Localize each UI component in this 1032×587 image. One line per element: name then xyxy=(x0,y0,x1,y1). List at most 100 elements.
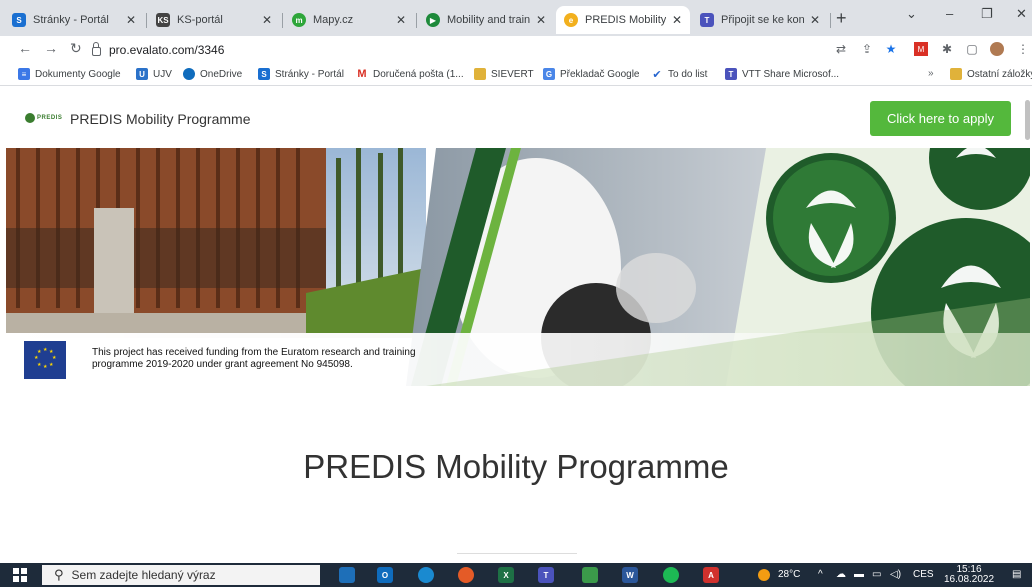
word-icon[interactable]: W xyxy=(622,567,638,583)
apply-button[interactable]: Click here to apply xyxy=(870,101,1011,136)
tab-label: Připojit se ke konve xyxy=(721,14,804,26)
svg-text:★: ★ xyxy=(49,362,54,368)
bookmark-item[interactable]: OneDrive xyxy=(183,68,242,80)
tab-divider xyxy=(146,13,147,28)
ks-portal-icon: KS xyxy=(156,13,170,27)
logo-text: PREDIS xyxy=(37,115,63,121)
bookmark-item[interactable]: ≡ Dokumenty Google xyxy=(18,68,121,80)
eu-stars: ★ ★★ ★★★ ★★ xyxy=(34,347,57,370)
spotify-icon[interactable] xyxy=(663,567,679,583)
share-icon[interactable]: ⇪ xyxy=(860,42,874,56)
taskbar-search[interactable]: ⚲ Sem zadejte hledaný výraz xyxy=(42,565,320,585)
clock-date: 16.08.2022 xyxy=(944,574,995,585)
weather-icon[interactable] xyxy=(758,569,770,581)
svg-text:★: ★ xyxy=(43,347,48,353)
gmail-icon: M xyxy=(356,68,368,80)
scrollbar[interactable] xyxy=(1025,100,1030,140)
excel-icon[interactable]: X xyxy=(498,567,514,583)
close-icon[interactable]: ✕ xyxy=(126,13,136,27)
weather-temp[interactable]: 28°C xyxy=(778,569,800,580)
bookmark-label: SIEVERT xyxy=(491,68,534,80)
close-icon[interactable]: ✕ xyxy=(396,13,406,27)
tab-3[interactable]: ▶ Mobility and traini ✕ xyxy=(418,6,554,34)
cloud-icon[interactable]: ☁ xyxy=(836,569,846,580)
puzzle-icon[interactable]: ✱ xyxy=(940,42,954,56)
folder-icon xyxy=(474,68,486,80)
close-icon[interactable]: ✕ xyxy=(536,13,546,27)
star-icon[interactable]: ★ xyxy=(884,42,898,56)
tab-5[interactable]: T Připojit se ke konve ✕ xyxy=(692,6,828,34)
bookmark-label: Doručená pošta (1... xyxy=(373,68,464,80)
tab-4-active[interactable]: e PREDIS Mobility Pr ✕ xyxy=(556,6,690,34)
tab-1[interactable]: KS KS-portál ✕ xyxy=(148,6,280,34)
check-icon: ✔ xyxy=(651,68,663,81)
language-indicator[interactable]: CES xyxy=(913,569,934,580)
chevron-up-icon[interactable]: ^ xyxy=(818,569,823,580)
folder-icon xyxy=(950,68,962,80)
network-icon[interactable]: ▭ xyxy=(872,569,881,580)
bookmark-item[interactable]: SIEVERT xyxy=(474,68,534,80)
page-title: PREDIS Mobility Programme xyxy=(303,448,729,485)
bookmark-label: OneDrive xyxy=(200,68,243,80)
bookmarks-overflow[interactable]: » xyxy=(928,68,934,79)
site-brand[interactable]: PREDIS Mobility Programme xyxy=(70,111,251,127)
avatar[interactable] xyxy=(990,42,1004,56)
forward-icon[interactable]: → xyxy=(44,40,58,56)
acrobat-icon[interactable]: A xyxy=(703,567,719,583)
translate-icon[interactable]: ⇄ xyxy=(834,42,848,56)
svg-text:★: ★ xyxy=(37,349,42,355)
sharepoint-icon: S xyxy=(12,13,26,27)
bookmark-label: VTT Share Microsof... xyxy=(742,68,840,80)
translate-icon: G xyxy=(543,68,555,80)
bookmark-item[interactable]: S Stránky - Portál xyxy=(258,68,344,80)
bookmark-item[interactable]: G Překladač Google xyxy=(543,68,640,80)
ujv-icon: U xyxy=(136,68,148,80)
window-close-icon[interactable]: ✕ xyxy=(1016,6,1027,22)
reload-icon[interactable]: ↻ xyxy=(70,40,82,57)
new-tab-icon[interactable]: + xyxy=(836,8,847,29)
teams-icon[interactable]: T xyxy=(538,567,554,583)
lock-icon xyxy=(92,41,101,56)
address-bar[interactable]: pro.evalato.com/3346 xyxy=(92,38,862,62)
bookmark-item[interactable]: ✔ To do list xyxy=(651,68,707,81)
edge-icon[interactable] xyxy=(418,567,434,583)
outlook-icon[interactable]: O xyxy=(377,567,393,583)
bookmark-item[interactable]: Ostatní záložky xyxy=(950,68,1032,80)
chrome-icon[interactable] xyxy=(458,567,474,583)
file-explorer-icon[interactable] xyxy=(339,567,355,583)
battery-icon[interactable]: ▬ xyxy=(854,569,864,580)
menu-icon[interactable]: ⋮ xyxy=(1016,42,1030,56)
bookmark-item[interactable]: U UJV xyxy=(136,68,172,80)
back-icon[interactable]: ← xyxy=(18,40,32,56)
eu-flag-icon: ★ ★ ★ ★ ★ ★ ★ ★ xyxy=(24,341,66,379)
mapy-icon: m xyxy=(292,13,306,27)
bookmark-item[interactable]: T VTT Share Microsof... xyxy=(725,68,839,80)
logo-mark-icon xyxy=(25,113,35,123)
svg-text:★: ★ xyxy=(37,362,42,368)
windows-start-icon[interactable] xyxy=(13,568,27,582)
side-panel-icon[interactable]: ▢ xyxy=(965,42,979,56)
tab-0[interactable]: S Stránky - Portál ✕ xyxy=(4,6,144,34)
tab-divider xyxy=(416,13,417,28)
tab-label: KS-portál xyxy=(177,14,223,26)
close-icon[interactable]: ✕ xyxy=(262,13,272,27)
predis-logo[interactable]: PREDIS xyxy=(25,113,62,123)
browser-toolbar: ← → ↻ pro.evalato.com/3346 ⇄ ⇪ ★ M ✱ ▢ ⋮ xyxy=(0,36,1032,64)
close-icon[interactable]: ✕ xyxy=(672,13,682,27)
svg-text:★: ★ xyxy=(52,355,57,361)
tab-2[interactable]: m Mapy.cz ✕ xyxy=(284,6,414,34)
bookmark-item[interactable]: M Doručená pošta (1... xyxy=(356,68,464,80)
extension-icon[interactable]: M xyxy=(914,42,928,56)
restore-icon[interactable]: ❐ xyxy=(981,6,993,22)
tab-label: Mapy.cz xyxy=(313,14,354,26)
tab-divider xyxy=(830,13,831,28)
clock[interactable]: 15:16 16.08.2022 xyxy=(944,565,994,585)
volume-icon[interactable]: ◁) xyxy=(890,569,901,580)
minimize-icon[interactable]: – xyxy=(946,6,953,21)
notifications-icon[interactable]: ▤ xyxy=(1012,569,1021,580)
tab-label: Mobility and traini xyxy=(447,14,530,26)
google-docs-icon: ≡ xyxy=(18,68,30,80)
app-icon[interactable] xyxy=(582,567,598,583)
close-icon[interactable]: ✕ xyxy=(810,13,820,27)
chevron-down-icon[interactable]: ⌄ xyxy=(906,6,917,22)
